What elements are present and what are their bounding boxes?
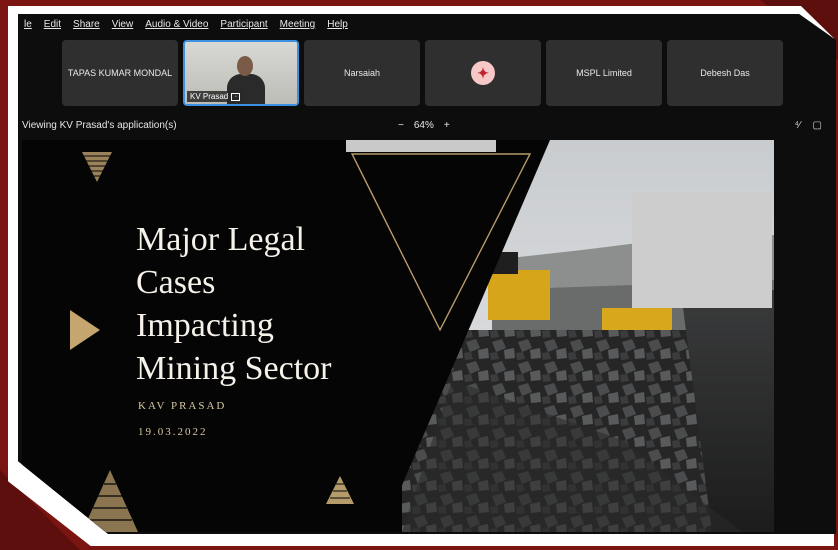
participant-name: TAPAS KUMAR MONDAL — [67, 68, 173, 78]
participant-tile[interactable]: ✦ — [425, 40, 541, 106]
participant-tile[interactable]: Narsaiah — [304, 40, 420, 106]
title-line: Cases — [136, 264, 216, 301]
participant-name: Debesh Das — [700, 68, 750, 78]
share-view-bar: Viewing KV Prasad's application(s) − 64%… — [18, 118, 836, 136]
chat-icon[interactable]: ▢ — [813, 120, 822, 131]
slide-title: Major Legal Cases Impacting Mining Secto… — [136, 218, 456, 390]
participant-name: Narsaiah — [343, 68, 381, 78]
meeting-window: le Edit Share View Audio & Video Partici… — [18, 14, 836, 534]
presenter-name: KAV PRASAD — [138, 400, 227, 412]
zoom-level: 64% — [413, 120, 434, 131]
menu-edit[interactable]: Edit — [44, 16, 61, 34]
participant-strip: TAPAS KUMAR MONDAL KV Prasad ▫ Narsaiah … — [62, 40, 783, 106]
menu-view[interactable]: View — [112, 16, 134, 34]
menu-bar: le Edit Share View Audio & Video Partici… — [18, 16, 348, 34]
participant-name: MSPL Limited — [576, 68, 632, 78]
redaction-box — [632, 192, 772, 308]
participant-name: KV Prasad — [190, 92, 229, 101]
video-status-icon: ▫ — [231, 92, 241, 101]
participant-tile[interactable]: TAPAS KUMAR MONDAL — [62, 40, 178, 106]
menu-audio-video[interactable]: Audio & Video — [145, 16, 208, 34]
title-line: Mining Sector — [136, 350, 332, 387]
menu-meeting[interactable]: Meeting — [280, 16, 316, 34]
participant-tile-active-speaker[interactable]: KV Prasad ▫ — [183, 40, 299, 106]
person-head — [237, 56, 253, 76]
video-name-label: KV Prasad ▫ — [187, 91, 244, 102]
presentation-date: 19.03.2022 — [138, 426, 208, 438]
annotate-icon[interactable]: ⁴∕ — [795, 120, 801, 131]
zoom-in-button[interactable]: + — [444, 120, 450, 131]
participant-tile[interactable]: MSPL Limited — [546, 40, 662, 106]
menu-file[interactable]: le — [24, 16, 32, 34]
menu-participant[interactable]: Participant — [220, 16, 267, 34]
viewing-status-text: Viewing KV Prasad's application(s) — [22, 120, 177, 131]
shared-slide: Major Legal Cases Impacting Mining Secto… — [22, 140, 774, 532]
redaction-bar — [346, 140, 496, 152]
participant-tile[interactable]: Debesh Das — [667, 40, 783, 106]
menu-share[interactable]: Share — [73, 16, 100, 34]
zoom-control: − 64% + — [398, 120, 450, 131]
title-line: Major Legal — [136, 221, 305, 258]
menu-help[interactable]: Help — [327, 16, 348, 34]
org-logo-icon: ✦ — [471, 61, 495, 85]
zoom-out-button[interactable]: − — [398, 120, 404, 131]
viewbar-icons: ⁴∕ ▢ — [795, 120, 822, 131]
title-line: Impacting — [136, 307, 274, 344]
